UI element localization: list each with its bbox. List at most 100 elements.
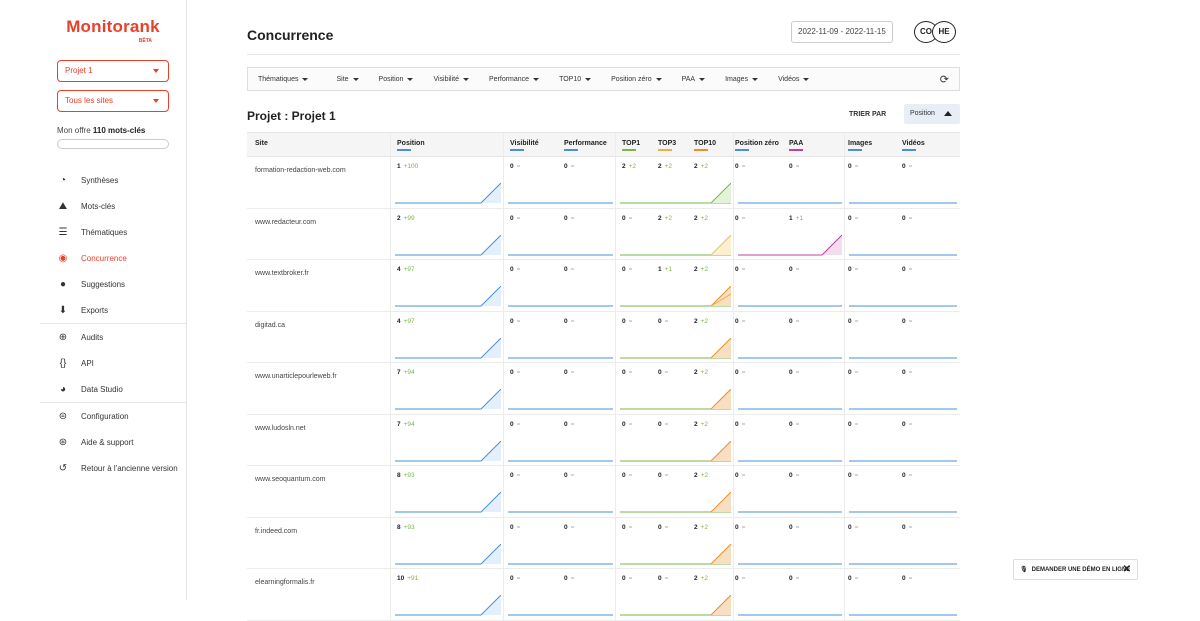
project-select[interactable]: Projet 1: [57, 60, 169, 82]
filter-paa[interactable]: PAA: [682, 76, 706, 83]
sidebar-item-8[interactable]: {} API: [40, 350, 186, 376]
site-name[interactable]: digitad.ca: [255, 322, 285, 329]
performance-cell-value: 0: [564, 317, 568, 325]
unchanged-marker: =: [795, 575, 800, 582]
column-header[interactable]: Images: [848, 140, 872, 151]
position-zero-cell-value: 0: [735, 369, 739, 376]
table-row[interactable]: www.textbroker.fr 4 +97 0 = 0 = 0 = 1 +1 2 +2 0 = 0 = 0 = 0…: [247, 260, 960, 312]
column-header-label: TOP3: [658, 140, 677, 147]
caret-down-icon: [655, 77, 662, 81]
top1-cell-value: 0: [622, 420, 626, 428]
top1-cell: 0 =: [622, 215, 632, 222]
videos-cell-value: 0: [902, 266, 906, 273]
position-sparkline: [395, 337, 501, 358]
site-name[interactable]: www.seoquantum.com: [255, 476, 325, 483]
sidebar-item-label: Retour à l'ancienne version: [81, 463, 178, 473]
sort-button[interactable]: Position: [904, 104, 960, 124]
column-header[interactable]: PAA: [789, 140, 803, 151]
site-name[interactable]: www.textbroker.fr: [255, 270, 309, 277]
filter-site[interactable]: Site: [336, 76, 359, 83]
filter-images[interactable]: Images: [725, 76, 759, 83]
paa-cell-value: 1: [789, 214, 793, 222]
column-header[interactable]: Position: [397, 140, 425, 151]
sidebar-item-7[interactable]: ⊕ Audits: [40, 324, 186, 350]
sidebar-item-1[interactable]: ◔ Synthèses: [40, 167, 186, 193]
column-divider: [733, 157, 734, 208]
top3-cell-value: 0: [658, 317, 662, 325]
top1-cell: 0 =: [622, 318, 632, 325]
filter-position-z-ro[interactable]: Position zéro: [611, 76, 662, 83]
filter-th-matiques[interactable]: Thématiques: [258, 75, 309, 83]
sidebar-item-10[interactable]: ⊜ Configuration: [40, 403, 186, 429]
avatar[interactable]: HE: [932, 21, 956, 43]
column-header[interactable]: TOP1: [622, 140, 640, 151]
table-row[interactable]: www.redacteur.com 2 +99 0 = 0 = 0 = 2 +2 2 +2 0 = 1 +1 0 =…: [247, 208, 960, 260]
filter-top10[interactable]: TOP10: [559, 76, 592, 83]
column-header[interactable]: Position zéro: [735, 140, 779, 151]
position-cell-delta: +94: [403, 420, 415, 428]
filter-vid-os[interactable]: Vidéos: [778, 75, 810, 83]
column-header[interactable]: Visibilité: [510, 140, 539, 151]
site-name[interactable]: elearningformalis.fr: [255, 579, 315, 586]
sidebar-item-3[interactable]: ☰ Thématiques: [40, 219, 186, 245]
videos-cell: 0 =: [902, 421, 912, 428]
site-name[interactable]: www.ludosln.net: [255, 425, 306, 432]
filter-visibilit-[interactable]: Visibilité: [433, 76, 469, 83]
close-icon[interactable]: ✕: [1123, 564, 1131, 575]
table-row[interactable]: www.seoquantum.com 8 +93 0 = 0 = 0 = 0 = 2 +2 0 = 0 = 0 = 0…: [247, 466, 960, 518]
position-cell-value: 4: [397, 317, 401, 325]
table-row[interactable]: www.ludosln.net 7 +94 0 = 0 = 0 = 0 = 2 +2 0 = 0 = 0 = 0 =: [247, 414, 960, 466]
demo-request-button[interactable]: 🎙 DEMANDER UNE DÉMO EN LIGNE ✕: [1013, 559, 1138, 580]
unchanged-marker: =: [795, 266, 800, 273]
caret-down-icon: [352, 77, 359, 81]
top3-cell-value: 0: [658, 472, 662, 479]
sort-label: TRIER PAR: [849, 111, 887, 118]
column-header-label: TOP1: [622, 140, 641, 147]
table-row[interactable]: elearningformalis.fr 10 +91 0 = 0 = 0 = 0 = 2 +2 0 = 0 =…: [247, 569, 960, 621]
sidebar-item-5[interactable]: ● Suggestions: [40, 271, 186, 297]
paa-cell-value: 0: [789, 472, 793, 479]
unchanged-marker: =: [741, 575, 746, 582]
site-name[interactable]: www.unarticlepourleweb.fr: [255, 373, 337, 380]
sidebar-item-11[interactable]: ⊛ Aide & support: [40, 429, 186, 455]
site-name[interactable]: www.redacteur.com: [255, 219, 316, 226]
table-row[interactable]: fr.indeed.com 8 +93 0 = 0 = 0 = 0 = 2 +2 0 = 0 = 0 = 0 =: [247, 517, 960, 569]
top10-cell-value: 2: [694, 317, 698, 325]
sites-select[interactable]: Tous les sites: [57, 90, 169, 112]
table-row[interactable]: formation-redaction-web.com 1 +100 0 = 0 = 2 +2 2…: [247, 157, 960, 209]
filter-label: Thématiques: [258, 75, 299, 83]
visibility-cell-value: 0: [510, 369, 514, 376]
sidebar-item-12[interactable]: ↺ Retour à l'ancienne version: [40, 455, 186, 481]
top3-cell: 0 =: [658, 421, 668, 428]
sidebar-item-6[interactable]: ⬇ Exports: [40, 297, 186, 323]
sidebar-item-9[interactable]: ◕ Data Studio: [40, 376, 186, 402]
sidebar-item-2[interactable]: ⛰ Mots-clés: [40, 193, 186, 219]
filter-label: Performance: [489, 75, 530, 83]
column-header-label: TOP10: [694, 140, 717, 147]
videos-cell: 0 =: [902, 472, 912, 479]
date-range-picker[interactable]: 2022-11-09 - 2022-11-15: [791, 21, 893, 43]
column-header[interactable]: TOP10: [694, 140, 716, 151]
unchanged-marker: =: [570, 163, 575, 170]
paa-cell-value: 0: [789, 163, 793, 170]
filter-label: Vidéos: [778, 75, 800, 83]
table-row[interactable]: www.unarticlepourleweb.fr 7 +94 0 = 0 = 0 = 0 = 2 +2…: [247, 363, 960, 415]
column-header-label: Position: [397, 140, 425, 147]
top1-cell: 0 =: [622, 421, 632, 428]
column-header[interactable]: Performance: [564, 140, 607, 151]
logo[interactable]: Monitorank BÊTA: [40, 0, 186, 52]
position-cell-delta: +97: [403, 266, 415, 273]
filter-position[interactable]: Position: [379, 76, 414, 83]
site-name[interactable]: fr.indeed.com: [255, 528, 297, 535]
refresh-icon[interactable]: ⟳: [940, 73, 949, 86]
sidebar-item-4[interactable]: ◉ Concurrence: [40, 245, 186, 271]
site-name[interactable]: formation-redaction-web.com: [255, 167, 346, 174]
unchanged-marker: =: [854, 369, 859, 376]
column-header[interactable]: TOP3: [658, 140, 676, 151]
table-body: formation-redaction-web.com 1 +100 0 = 0 = 2 +2 2…: [247, 157, 960, 621]
offer-text: Mon offre 110 mots-clés: [57, 126, 169, 135]
column-header[interactable]: Vidéos: [902, 140, 925, 151]
filter-performance[interactable]: Performance: [489, 75, 540, 83]
table-row[interactable]: digitad.ca 4 +97 0 = 0 = 0 = 0 = 2 +2 0 = 0 = 0 = 0 =: [247, 311, 960, 363]
unchanged-marker: =: [741, 266, 746, 273]
